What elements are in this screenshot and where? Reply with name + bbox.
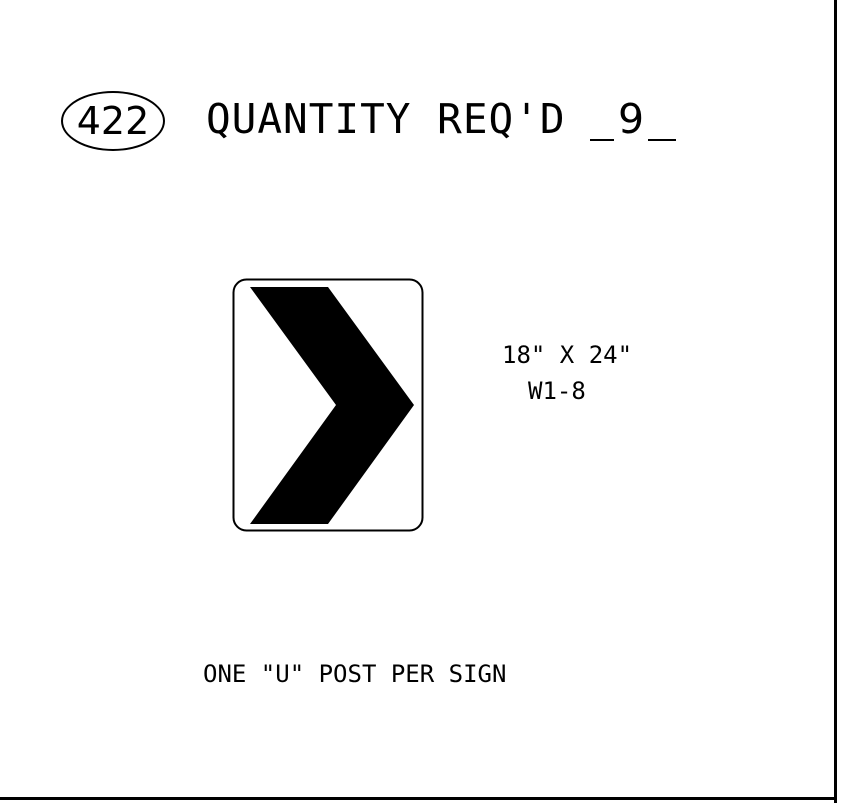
post-note: ONE "U" POST PER SIGN: [203, 660, 507, 688]
sign-code-label: W1-8: [528, 377, 586, 405]
sign-size-label: 18" X 24": [502, 341, 633, 369]
quantity-underline-right: [648, 139, 676, 141]
quantity-label: QUANTITY REQ'D: [206, 95, 566, 143]
chevron-sign: [232, 278, 424, 532]
quantity-value: 9: [618, 95, 645, 143]
chevron-sign-graphic: [232, 278, 424, 532]
item-number-oval: 422: [61, 91, 165, 151]
quantity-underline-left: [590, 139, 614, 141]
sheet-border-bottom: [0, 797, 837, 800]
quantity-field: 9: [590, 99, 676, 141]
sheet-border-right: [834, 0, 837, 803]
item-number: 422: [76, 99, 150, 143]
